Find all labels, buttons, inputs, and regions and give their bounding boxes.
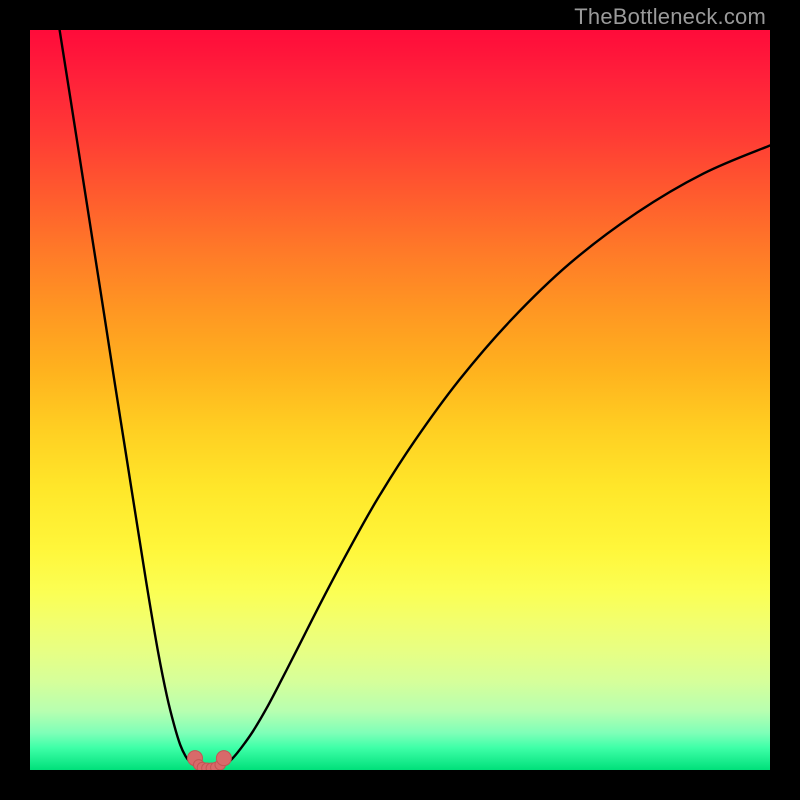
valley-markers-group (188, 751, 232, 770)
valley-marker (216, 751, 231, 766)
curve-left-branch (60, 30, 197, 766)
curve-right-branch (222, 145, 770, 766)
chart-frame: TheBottleneck.com (0, 0, 800, 800)
chart-svg (30, 30, 770, 770)
watermark-text: TheBottleneck.com (574, 4, 766, 30)
plot-area (30, 30, 770, 770)
